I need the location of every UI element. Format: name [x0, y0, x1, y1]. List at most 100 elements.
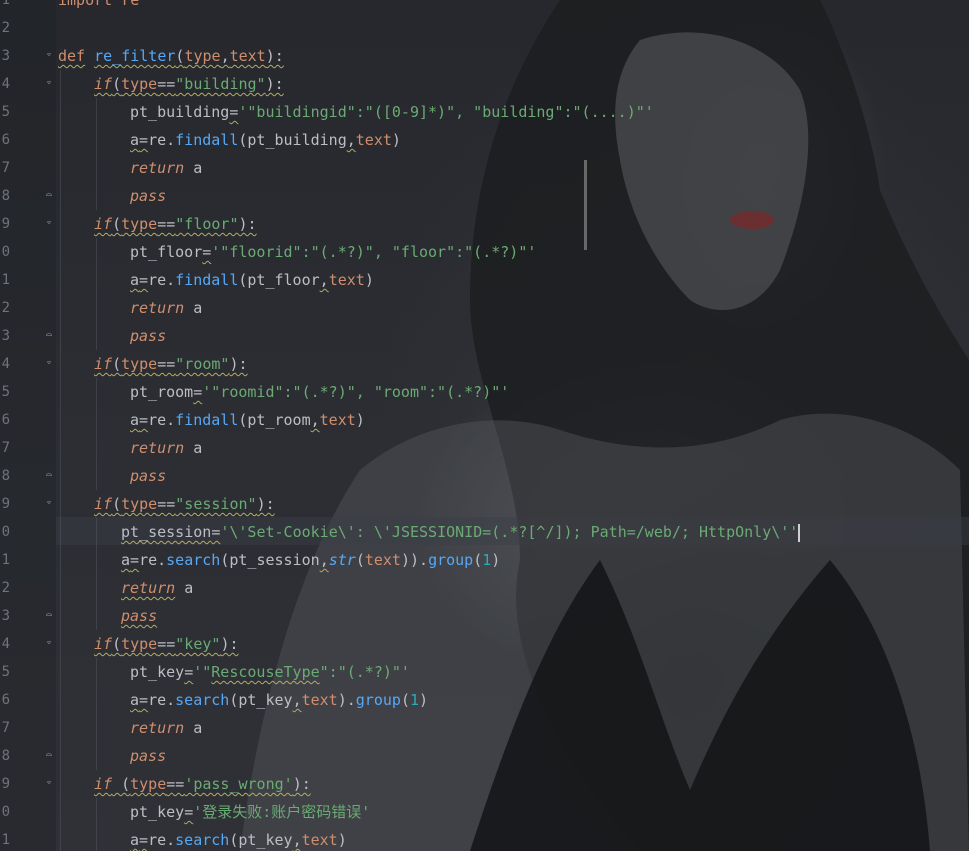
code-line[interactable]: return a	[130, 154, 202, 182]
comma: ,	[310, 411, 320, 429]
paren-colon: ):	[229, 355, 248, 373]
fold-marker-icon[interactable]: ⌔	[44, 79, 54, 89]
keyword-return: return	[130, 299, 185, 317]
paren-colon: ):	[238, 215, 257, 233]
code-line[interactable]: if(type=="building"):	[94, 70, 284, 98]
code-line[interactable]: a=re.findall(pt_building,text)	[130, 126, 401, 154]
line-number: 5	[1, 664, 10, 680]
operator: ==	[166, 775, 185, 793]
code-line[interactable]: pass	[130, 462, 166, 490]
paren: )	[337, 831, 347, 849]
code-line[interactable]: a=re.findall(pt_floor,text)	[130, 266, 374, 294]
code-line[interactable]: if (type=='pass_wrong'):	[94, 770, 311, 798]
line-number: 3	[1, 48, 10, 64]
code-line[interactable]: a=re.findall(pt_room,text)	[130, 406, 365, 434]
text-caret	[798, 523, 801, 542]
identifier-type: type	[121, 495, 158, 513]
code-line[interactable]: pt_key='"RescouseType":"(.*?)"'	[130, 658, 410, 686]
code-line-current[interactable]: pt_session='\'Set-Cookie\': \'JSESSIONID…	[121, 518, 801, 546]
line-number: 6	[1, 412, 10, 428]
indent-guide	[96, 98, 97, 210]
code-line[interactable]: if(type=="key"):	[94, 630, 239, 658]
code-line[interactable]: return a	[121, 574, 193, 602]
variable: a	[130, 271, 140, 289]
code-line[interactable]: return a	[130, 294, 202, 322]
fold-marker-icon[interactable]: ⌓	[44, 611, 54, 621]
argument: text	[355, 131, 392, 149]
method-call: search	[175, 831, 230, 849]
code-line[interactable]: pt_room='"roomid":"(.*?)", "room":"(.*?)…	[130, 378, 509, 406]
code-line[interactable]: import re	[58, 0, 139, 14]
module: re.	[148, 831, 176, 849]
comma: ,	[292, 831, 302, 849]
keyword-return: return	[121, 579, 176, 597]
code-line[interactable]: if(type=="floor"):	[94, 210, 257, 238]
variable: pt_room	[130, 383, 194, 401]
string-literal: '"buildingid":"([0-9]*)", "building":"(.…	[238, 103, 654, 121]
code-line[interactable]: a=re.search(pt_key,text)	[130, 826, 347, 851]
code-line[interactable]: pass	[130, 182, 166, 210]
code-line[interactable]: pt_building='"buildingid":"([0-9]*)", "b…	[130, 98, 654, 126]
code-line[interactable]: pt_floor='"floorid":"(.*?)", "floor":"(.…	[130, 238, 536, 266]
fold-marker-icon[interactable]: ⌔	[44, 779, 54, 789]
argument: (pt_key	[229, 691, 293, 709]
keyword-pass: pass	[130, 187, 167, 205]
line-number: 8	[1, 468, 10, 484]
line-number: 1	[1, 552, 10, 568]
fold-marker-icon[interactable]: ⌔	[44, 359, 54, 369]
indent-guide	[96, 238, 97, 350]
code-line[interactable]: pass	[130, 742, 166, 770]
fold-marker-icon[interactable]: ⌔	[44, 499, 54, 509]
code-editor[interactable]: 1 2 3 4 5 6 7 8 9 0 1 2 3 4 5 6 7 8 9 0 …	[0, 0, 969, 851]
identifier-type: type	[121, 355, 158, 373]
keyword-if: if	[94, 75, 113, 93]
line-number: 1	[1, 0, 10, 8]
fold-marker-icon[interactable]: ⌓	[44, 471, 54, 481]
code-line[interactable]: if(type=="session"):	[94, 490, 275, 518]
argument: text	[328, 271, 365, 289]
param-text: text	[229, 47, 266, 65]
code-line[interactable]: a=re.search(pt_key,text).group(1)	[130, 686, 428, 714]
paren: (	[355, 551, 365, 569]
fold-marker-icon[interactable]: ⌔	[44, 51, 54, 61]
param-type: type	[184, 47, 221, 65]
code-line[interactable]: pass	[121, 602, 157, 630]
operator: ==	[157, 215, 176, 233]
paren-colon: ):	[256, 495, 275, 513]
keyword-return: return	[130, 439, 185, 457]
paren: )	[419, 691, 429, 709]
operator: =	[130, 551, 140, 569]
paren: (	[112, 635, 122, 653]
fold-marker-icon[interactable]: ⌓	[44, 331, 54, 341]
variable: a	[130, 691, 140, 709]
paren: (	[112, 495, 122, 513]
fold-marker-icon[interactable]: ⌓	[44, 191, 54, 201]
operator: =	[184, 803, 194, 821]
operator: ==	[157, 355, 176, 373]
paren-colon: ):	[292, 775, 311, 793]
string-literal: '"roomid":"(.*?)", "room":"(.*?)"'	[202, 383, 510, 401]
code-line[interactable]: a=re.search(pt_session,str(text)).group(…	[121, 546, 500, 574]
code-line[interactable]: pass	[130, 322, 166, 350]
code-line[interactable]: pt_key='登录失败:账户密码错误'	[130, 798, 370, 826]
identifier-type: type	[130, 775, 167, 793]
fold-marker-icon[interactable]: ⌓	[44, 751, 54, 761]
code-line[interactable]: return a	[130, 434, 202, 462]
code-line[interactable]: if(type=="room"):	[94, 350, 248, 378]
variable: a	[130, 831, 140, 849]
method-call: search	[175, 691, 230, 709]
number-literal: 1	[482, 551, 492, 569]
fold-marker-icon[interactable]: ⌔	[44, 639, 54, 649]
line-number: 2	[1, 20, 10, 36]
fold-marker-icon[interactable]: ⌔	[44, 219, 54, 229]
keyword-if: if	[94, 215, 113, 233]
code-line[interactable]: def re_filter(type,text):	[58, 42, 284, 70]
code-line[interactable]: return a	[130, 714, 202, 742]
module: re.	[148, 411, 176, 429]
operator: =	[184, 663, 194, 681]
variable: a	[175, 579, 194, 597]
string-literal-typo: RescouseType	[211, 663, 320, 681]
paren: )	[391, 131, 401, 149]
number-literal: 1	[409, 691, 419, 709]
